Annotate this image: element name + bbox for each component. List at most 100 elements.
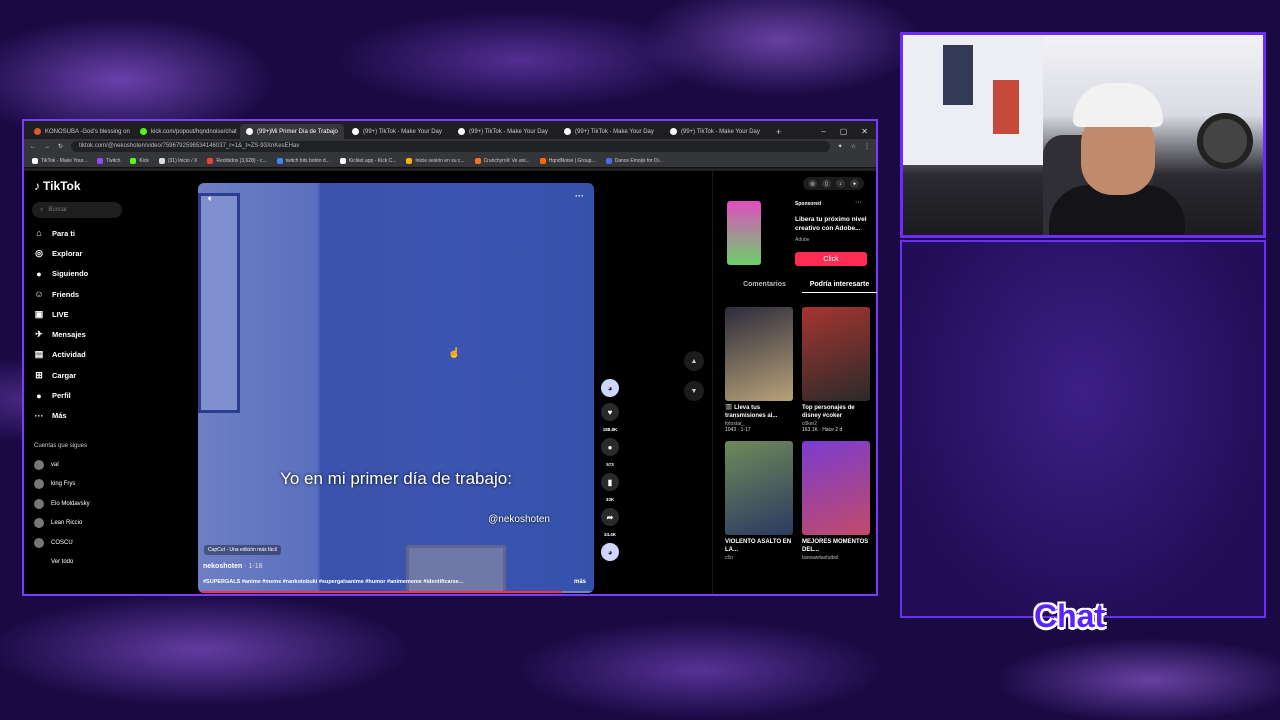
bookmark-favicon-icon bbox=[158, 157, 165, 164]
browser-tab[interactable]: (99+) TikTok - Make Your Day bbox=[558, 124, 662, 139]
video-thumbnail[interactable] bbox=[802, 307, 870, 401]
sidebar-item-perfil[interactable]: ● Perfil bbox=[34, 385, 184, 405]
user-avatar-icon[interactable]: ● bbox=[850, 179, 859, 188]
chat-label: Chat bbox=[1034, 598, 1106, 634]
video-caption: Yo en mi primer día de trabajo: bbox=[280, 469, 512, 488]
volume-icon[interactable]: 🔈︎ bbox=[208, 193, 213, 204]
maximize-button[interactable]: ▢ bbox=[840, 127, 848, 136]
following-name: king Frys bbox=[51, 481, 76, 488]
message-icon: ✈ bbox=[35, 329, 43, 340]
following-name: Ver todo bbox=[51, 559, 74, 566]
url-field[interactable]: tiktok.com/@nekoshoten/video/75967925965… bbox=[71, 141, 830, 152]
video-hashtags[interactable]: #SUPERGALS #anime #meme #rankotobuki #su… bbox=[203, 579, 463, 585]
browser-tab[interactable]: KONOSUBA -God's blessing on bbox=[28, 124, 132, 139]
bookmark-label: Recibidos (3,628) - c... bbox=[216, 157, 267, 164]
video-thumbnail[interactable] bbox=[725, 307, 793, 401]
video-frame-sign bbox=[406, 545, 506, 593]
following-item[interactable]: king Frys bbox=[34, 475, 90, 495]
app-icon[interactable]: ▯ bbox=[822, 179, 831, 188]
bookmark-favicon-icon bbox=[339, 157, 346, 164]
bookmark-favicon-icon bbox=[97, 157, 104, 164]
comment-icon[interactable]: ● bbox=[601, 438, 619, 456]
back-icon[interactable]: ← bbox=[30, 144, 36, 150]
card-author[interactable]: laswawitasfutbol bbox=[802, 555, 870, 561]
reload-icon[interactable]: ↻ bbox=[58, 143, 63, 150]
bookmark-item[interactable]: twitch bits botón d... bbox=[276, 157, 330, 164]
bookmark-item[interactable]: Dance Emojis for Di... bbox=[605, 157, 663, 164]
bookmark-item[interactable]: Inicie sesión en su c... bbox=[406, 157, 465, 164]
sidebar-item-label: Más bbox=[52, 411, 67, 421]
following-item[interactable]: Ver todo bbox=[34, 553, 90, 573]
bookmark-item[interactable]: Crunchyroll: Ve ani... bbox=[474, 157, 530, 164]
bookmark-label: Inicie sesión en su c... bbox=[415, 157, 465, 164]
tab-podria-interesarte[interactable]: Podría interesarte bbox=[802, 281, 877, 293]
browser-tab[interactable]: (99+) TikTok - Make Your Day bbox=[664, 124, 768, 139]
coins-icon[interactable]: ◎ bbox=[808, 179, 817, 188]
ad-title[interactable]: Libera tu próximo nivel creativo con Ado… bbox=[795, 215, 873, 233]
creator-avatar-icon[interactable]: ◕ bbox=[601, 379, 619, 397]
search-input[interactable]: ⌕ Buscar bbox=[32, 202, 122, 218]
following-item[interactable]: COSCU bbox=[34, 533, 90, 553]
share-icon[interactable]: ➦ bbox=[601, 508, 619, 526]
sidebar-item-para-ti[interactable]: ⌂ Para ti bbox=[34, 223, 184, 243]
close-window-button[interactable]: ✕ bbox=[861, 127, 868, 136]
suggested-video-card[interactable]: MEJORES MOMENTOS DEL... laswawitasfutbol bbox=[802, 441, 870, 561]
minimize-button[interactable]: – bbox=[821, 127, 825, 136]
ad-more-icon[interactable]: ··· bbox=[855, 199, 862, 206]
bookmark-item[interactable]: Kick bbox=[130, 157, 149, 164]
suggested-video-card[interactable]: VIOLENTO ASALTO EN LA... c5n bbox=[725, 441, 793, 561]
sidebar-item-actividad[interactable]: ▤ Actividad bbox=[34, 345, 184, 365]
bookmark-item[interactable]: Kicklet.app - Kick C... bbox=[339, 157, 396, 164]
tab-favicon-icon bbox=[670, 128, 677, 135]
menu-icon[interactable]: ⋮ bbox=[864, 143, 870, 150]
following-item[interactable]: Elo Moldavsky bbox=[34, 494, 90, 514]
bookmark-item[interactable]: TikTok - Make Your... bbox=[32, 157, 87, 164]
browser-tab[interactable]: (99+)Mi Primer Día de Trabajo bbox=[240, 124, 344, 139]
like-icon[interactable]: ♥ bbox=[601, 403, 619, 421]
bookmark-item[interactable]: Twitch bbox=[97, 157, 120, 164]
tiktok-logo[interactable]: ♪ TikTok bbox=[34, 179, 81, 193]
browser-tab[interactable]: kick.com/popout/hqndnoise/chat bbox=[134, 124, 238, 139]
video-progress-bar[interactable] bbox=[198, 591, 594, 593]
download-icon[interactable]: ↓ bbox=[836, 179, 845, 188]
new-tab-button[interactable]: + bbox=[770, 127, 787, 139]
bookmark-item[interactable]: HqndNoise | Group... bbox=[539, 157, 596, 164]
video-author[interactable]: nekoshoten · 1-18 bbox=[203, 563, 263, 570]
chat-panel bbox=[900, 240, 1266, 618]
ad-click-button[interactable]: Click bbox=[795, 252, 867, 266]
video-thumbnail[interactable] bbox=[802, 441, 870, 535]
bookmark-label: twitch bits botón d... bbox=[285, 157, 330, 164]
sidebar-item-friends[interactable]: ☺ Friends bbox=[34, 284, 184, 304]
bookmark-favicon-icon bbox=[539, 157, 546, 164]
sidebar-item-cargar[interactable]: ⊞ Cargar bbox=[34, 365, 184, 385]
video-player[interactable]: 🔈︎ ··· ☝ Yo en mi primer día de trabajo:… bbox=[198, 183, 594, 593]
video-more-icon[interactable]: ··· bbox=[575, 191, 584, 201]
music-disc-icon[interactable]: ◕ bbox=[601, 543, 619, 561]
suggested-video-card[interactable]: 🎬 Lleva tus transmisiones al... fotostar_… bbox=[725, 307, 793, 433]
capcut-label[interactable]: CapCut - Una edición más fácil bbox=[204, 545, 281, 555]
chevron-up-icon[interactable]: ▲ bbox=[684, 351, 704, 371]
bookmark-item[interactable]: Recibidos (3,628) - c... bbox=[207, 157, 267, 164]
ad-thumbnail[interactable] bbox=[727, 201, 761, 265]
forward-icon[interactable]: → bbox=[44, 144, 50, 150]
sidebar-item-mensajes[interactable]: ✈ Mensajes bbox=[34, 324, 184, 344]
browser-tab[interactable]: (99+) TikTok - Make Your Day bbox=[452, 124, 556, 139]
browser-tab[interactable]: (99+) TikTok - Make Your Day bbox=[346, 124, 450, 139]
bookmark-star-icon[interactable]: ☆ bbox=[851, 143, 856, 150]
tab-comentarios[interactable]: Comentarios bbox=[727, 281, 802, 293]
suggested-video-card[interactable]: Top personajes de disney #coker c0ker2 163… bbox=[802, 307, 870, 433]
sidebar-item-explorar[interactable]: ◎ Explorar bbox=[34, 243, 184, 263]
extensions-icon[interactable]: ✦ bbox=[838, 143, 843, 150]
card-author[interactable]: c5n bbox=[725, 555, 793, 561]
following-item[interactable]: val bbox=[34, 455, 90, 475]
following-item[interactable]: Lean Riccio bbox=[34, 514, 90, 534]
sidebar-item-siguiendo[interactable]: ● Siguiendo bbox=[34, 264, 184, 284]
upload-icon: ⊞ bbox=[35, 369, 43, 380]
sidebar-item-live[interactable]: ▣ LIVE bbox=[34, 304, 184, 324]
more-link[interactable]: más bbox=[574, 579, 586, 585]
chevron-down-icon[interactable]: ▼ bbox=[684, 381, 704, 401]
sidebar-item-m-s[interactable]: ··· Más bbox=[34, 406, 184, 426]
video-thumbnail[interactable] bbox=[725, 441, 793, 535]
bookmark-item[interactable]: (31) Inicio / X bbox=[158, 157, 197, 164]
bookmark-icon[interactable]: ▮ bbox=[601, 473, 619, 491]
